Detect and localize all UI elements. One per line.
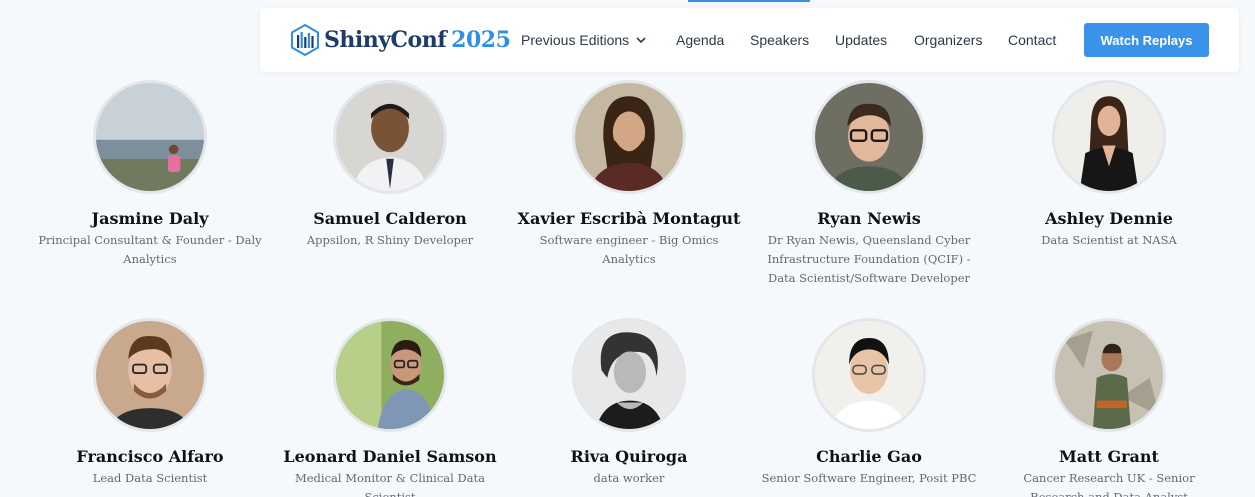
speaker-photo <box>333 80 447 194</box>
speaker-photo <box>812 80 926 194</box>
speaker-role: Lead Data Scientist <box>92 471 208 485</box>
speaker-photo <box>572 80 686 194</box>
speaker-role: Senior Software Engineer, Posit PBC <box>761 471 977 485</box>
speaker-name: Leonard Daniel Samson <box>283 447 497 466</box>
speaker-card[interactable]: Xavier Escribà Montagut Software enginee… <box>509 80 749 269</box>
speaker-name: Ashley Dennie <box>1045 209 1173 228</box>
shinyconf-logo[interactable]: ShinyConf 2025 <box>290 22 511 58</box>
speaker-role: Cancer Research UK - Senior Research and… <box>1023 471 1195 497</box>
speaker-card[interactable]: Ashley Dennie Data Scientist at NASA <box>989 80 1229 250</box>
speaker-card[interactable]: Charlie Gao Senior Software Engineer, Po… <box>749 318 989 488</box>
nav-label: Speakers <box>750 32 810 48</box>
nav-speakers[interactable]: Speakers <box>750 30 809 50</box>
site-header: ShinyConf 2025 Previous Editions Agenda … <box>260 8 1239 72</box>
speaker-card[interactable]: Matt Grant Cancer Research UK - Senior R… <box>989 318 1229 497</box>
speaker-photo <box>812 318 926 432</box>
speaker-name: Francisco Alfaro <box>76 447 224 466</box>
speaker-name: Xavier Escribà Montagut <box>517 209 741 228</box>
watch-replays-button[interactable]: Watch Replays <box>1084 23 1209 57</box>
speaker-role: data worker <box>593 471 665 485</box>
speaker-card[interactable]: Ryan Newis Dr Ryan Newis, Queensland Cyb… <box>749 80 989 288</box>
speaker-name: Riva Quiroga <box>570 447 688 466</box>
nav-label: Organizers <box>914 32 983 48</box>
active-indicator-line <box>688 0 810 2</box>
speaker-role: Data Scientist at NASA <box>1041 233 1177 247</box>
logo-name: ShinyConf <box>324 27 447 53</box>
speaker-role: Appsilon, R Shiny Developer <box>306 233 474 247</box>
speaker-photo <box>333 318 447 432</box>
nav-contact[interactable]: Contact <box>1008 30 1056 50</box>
speaker-card[interactable]: Jasmine Daly Principal Consultant & Foun… <box>30 80 270 269</box>
speaker-card[interactable]: Leonard Daniel Samson Medical Monitor & … <box>270 318 510 497</box>
nav-previous-editions[interactable]: Previous Editions <box>521 30 647 50</box>
speaker-role: Medical Monitor & Clinical Data Scientis… <box>294 471 486 497</box>
nav-label: Contact <box>1008 32 1057 48</box>
speaker-photo <box>93 80 207 194</box>
nav-agenda[interactable]: Agenda <box>676 30 724 50</box>
speaker-card[interactable]: Francisco Alfaro Lead Data Scientist <box>30 318 270 488</box>
speaker-role: Dr Ryan Newis, Queensland Cyber Infrastr… <box>767 233 971 285</box>
logo-year: 2025 <box>451 27 511 53</box>
speaker-photo <box>1052 80 1166 194</box>
nav-updates[interactable]: Updates <box>835 30 887 50</box>
nav-label: Agenda <box>676 32 725 48</box>
speaker-card[interactable]: Riva Quiroga data worker <box>509 318 749 488</box>
speaker-role: Principal Consultant & Founder - Daly An… <box>38 233 262 266</box>
speaker-photo <box>93 318 207 432</box>
speaker-card[interactable]: Samuel Calderon Appsilon, R Shiny Develo… <box>270 80 510 250</box>
nav-label: Updates <box>835 32 888 48</box>
speaker-photo <box>1052 318 1166 432</box>
chevron-down-icon <box>636 37 646 44</box>
speaker-role: Software engineer - Big Omics Analytics <box>539 233 719 266</box>
speaker-name: Charlie Gao <box>816 447 922 466</box>
speaker-name: Matt Grant <box>1059 447 1159 466</box>
shinyconf-logo-icon <box>291 24 319 56</box>
speaker-name: Ryan Newis <box>817 209 921 228</box>
speaker-photo <box>572 318 686 432</box>
nav-organizers[interactable]: Organizers <box>914 30 982 50</box>
nav-label: Previous Editions <box>521 32 630 48</box>
speaker-name: Samuel Calderon <box>313 209 467 228</box>
speaker-name: Jasmine Daly <box>91 209 209 228</box>
